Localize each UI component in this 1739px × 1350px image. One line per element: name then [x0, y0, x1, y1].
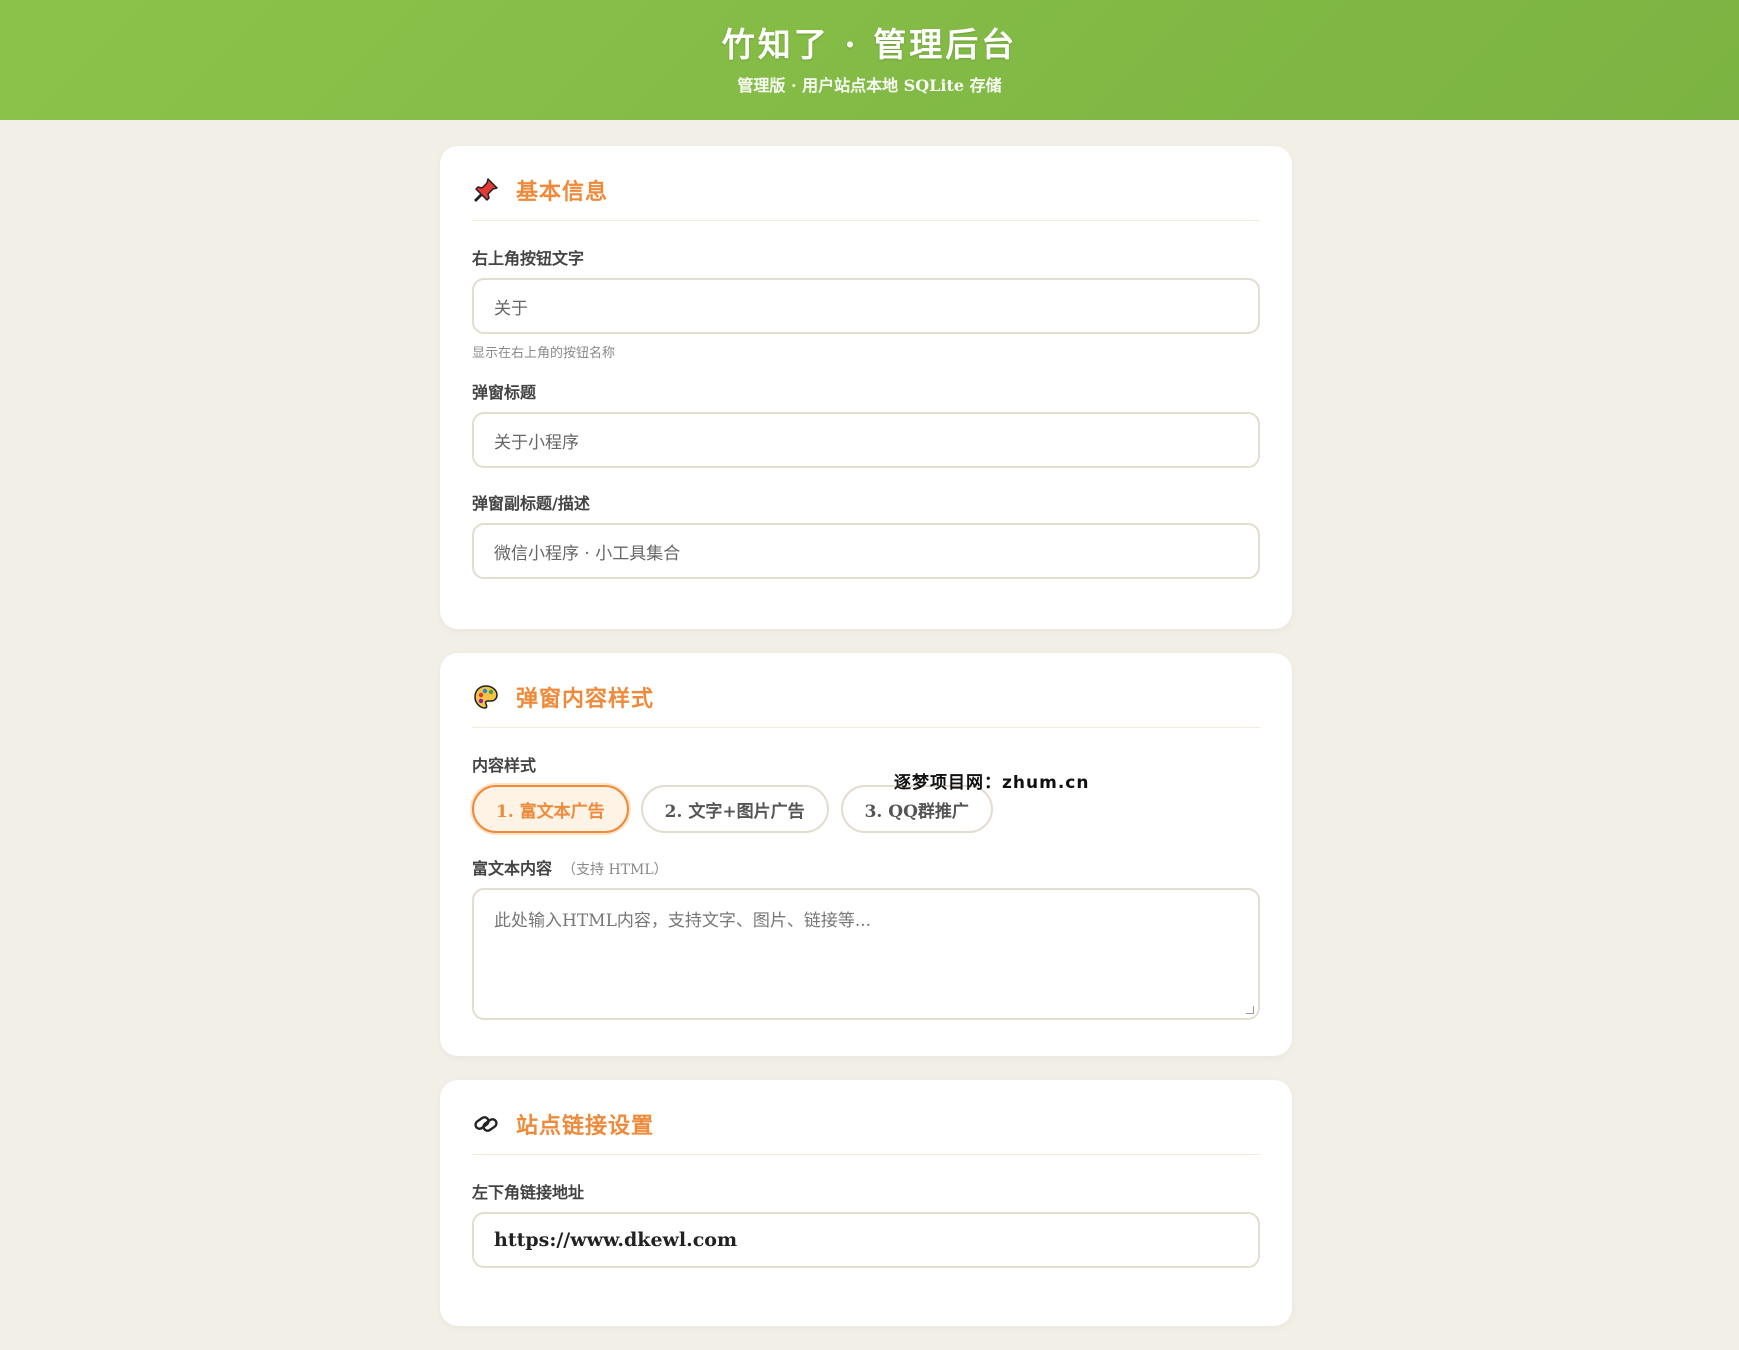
- button-text-help: 显示在右上角的按钮名称: [472, 346, 616, 361]
- popup-subtitle-label: 弹窗副标题/描述: [472, 494, 590, 513]
- basic-info-title: 基本信息: [516, 179, 609, 205]
- richtext-label-text: 富文本内容: [472, 859, 553, 878]
- basic-info-header: 基本信息: [472, 174, 1260, 221]
- popup-title-label: 弹窗标题: [472, 383, 537, 402]
- palette-icon: [472, 683, 500, 711]
- style-option-text-image[interactable]: 2. 文字+图片广告: [640, 785, 829, 833]
- site-link-card: 站点链接设置 左下角链接地址 https://www.dkewl.com: [440, 1080, 1292, 1326]
- button-text-label: 右上角按钮文字: [472, 249, 585, 268]
- site-link-header: 站点链接设置: [472, 1108, 1260, 1155]
- content-style-header: 弹窗内容样式: [472, 681, 1260, 728]
- bottom-left-link-input[interactable]: https://www.dkewl.com: [472, 1212, 1260, 1268]
- popup-subtitle-input[interactable]: 微信小程序 · 小工具集合: [472, 523, 1260, 579]
- link-icon: [472, 1110, 500, 1138]
- popup-title-field: 弹窗标题 关于小程序: [472, 379, 1260, 468]
- watermark-text: 逐梦项目网：zhum.cn: [894, 773, 1090, 793]
- bottom-left-link-label: 左下角链接地址: [472, 1183, 585, 1202]
- content-style-title: 弹窗内容样式: [516, 686, 655, 712]
- button-text-field: 右上角按钮文字 关于 显示在右上角的按钮名称: [472, 245, 1260, 361]
- bottom-left-link-field: 左下角链接地址 https://www.dkewl.com: [472, 1179, 1260, 1268]
- content-style-label: 内容样式: [472, 756, 537, 775]
- button-text-input[interactable]: 关于: [472, 278, 1260, 334]
- popup-title-input[interactable]: 关于小程序: [472, 412, 1260, 468]
- page-title: 竹知了 · 管理后台: [721, 25, 1018, 64]
- main-content: 基本信息 右上角按钮文字 关于 显示在右上角的按钮名称 弹窗标题 关于小程序 弹…: [440, 146, 1292, 1350]
- site-link-title: 站点链接设置: [516, 1113, 655, 1139]
- richtext-hint: （支持 HTML）: [562, 862, 668, 878]
- style-option-richtext[interactable]: 1. 富文本广告: [472, 785, 629, 833]
- richtext-textarea[interactable]: 此处输入HTML内容，支持文字、图片、链接等...: [472, 888, 1260, 1020]
- richtext-label: 富文本内容 （支持 HTML）: [472, 855, 1260, 879]
- pushpin-icon: [472, 176, 500, 204]
- page-header: 竹知了 · 管理后台 管理版 · 用户站点本地 SQLite 存储: [0, 0, 1739, 120]
- content-style-card: 弹窗内容样式 内容样式 1. 富文本广告 2. 文字+图片广告 3. QQ群推广…: [440, 653, 1292, 1056]
- popup-subtitle-field: 弹窗副标题/描述 微信小程序 · 小工具集合: [472, 490, 1260, 579]
- content-style-options: 1. 富文本广告 2. 文字+图片广告 3. QQ群推广: [472, 785, 1260, 833]
- basic-info-card: 基本信息 右上角按钮文字 关于 显示在右上角的按钮名称 弹窗标题 关于小程序 弹…: [440, 146, 1292, 629]
- page-subtitle: 管理版 · 用户站点本地 SQLite 存储: [737, 76, 1002, 95]
- resize-handle-icon[interactable]: [1246, 1006, 1254, 1014]
- richtext-placeholder: 此处输入HTML内容，支持文字、图片、链接等...: [494, 911, 872, 931]
